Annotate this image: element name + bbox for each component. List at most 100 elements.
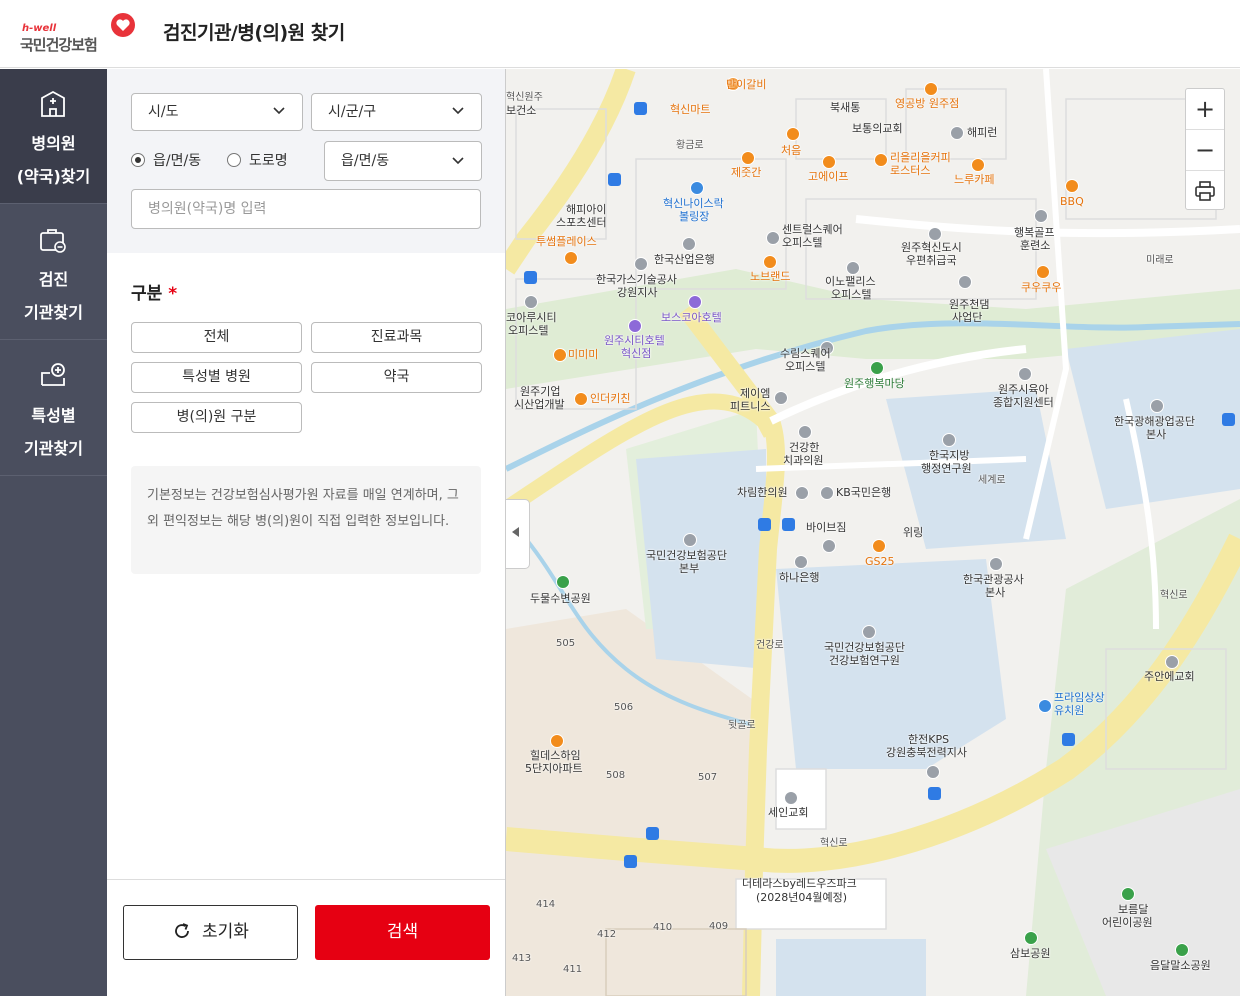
map-label[interactable]: 강원충북전력지사 xyxy=(886,746,967,759)
map-label[interactable]: 유치원 xyxy=(1054,704,1084,717)
park-pin[interactable] xyxy=(870,361,884,375)
map-label[interactable]: 원주기업 xyxy=(520,385,560,398)
map-label[interactable]: 리을리을커피 xyxy=(890,151,951,164)
radio-eup[interactable]: 읍/면/동 xyxy=(131,151,221,171)
map-label[interactable]: 한국지방 xyxy=(929,449,969,462)
map-label[interactable]: 한국광해광업공단 xyxy=(1114,415,1195,428)
zoom-in-button[interactable]: + xyxy=(1186,89,1224,130)
office-pin[interactable] xyxy=(766,231,780,245)
bus-stop-icon[interactable] xyxy=(624,855,637,868)
map-label[interactable]: 바이브짐 xyxy=(806,521,846,534)
bus-stop-icon[interactable] xyxy=(928,787,941,800)
map-label[interactable]: 오피스텔 xyxy=(508,324,548,337)
map-label[interactable]: 혁신점 xyxy=(621,347,651,360)
map-label[interactable]: 원주시육아 xyxy=(998,383,1049,396)
map-label[interactable]: 치과의원 xyxy=(783,454,823,467)
map-label[interactable]: 어린이공원 xyxy=(1102,916,1153,929)
map-label[interactable]: 한국산업은행 xyxy=(654,253,715,266)
map-label[interactable]: 원주시티호텔 xyxy=(604,334,665,347)
map-label[interactable]: 오피스텔 xyxy=(831,288,871,301)
sigungu-select[interactable]: 시/군/구 xyxy=(311,93,482,131)
map-label[interactable]: 세인교회 xyxy=(768,806,808,819)
radio-road[interactable]: 도로명 xyxy=(227,151,307,171)
bowling-pin[interactable] xyxy=(690,181,704,195)
bus-stop-icon[interactable] xyxy=(608,173,621,186)
chip-pharmacy[interactable]: 약국 xyxy=(311,362,482,393)
bus-stop-icon[interactable] xyxy=(646,827,659,840)
map-label[interactable]: 쿠우쿠우 xyxy=(1021,281,1061,294)
restaurant-pin[interactable] xyxy=(553,348,567,362)
map-label[interactable]: 건강한 xyxy=(789,441,819,454)
map-label[interactable]: 한국관광공사 xyxy=(963,573,1024,586)
panel-collapse-button[interactable] xyxy=(506,499,530,569)
bus-stop-icon[interactable] xyxy=(1222,413,1235,426)
map-label[interactable]: 국민건강보험공단 xyxy=(646,549,727,562)
map-label[interactable]: 만이갈비 xyxy=(726,78,766,91)
reset-button[interactable]: 초기화 xyxy=(123,905,298,960)
place-pin[interactable] xyxy=(1034,209,1048,223)
map-label[interactable]: 훈련소 xyxy=(1020,239,1050,252)
map-label[interactable]: 제이엠 xyxy=(740,387,770,400)
office-pin[interactable] xyxy=(926,765,940,779)
gym-pin[interactable] xyxy=(822,539,836,553)
map-label[interactable]: 사업단 xyxy=(952,311,982,324)
map-label[interactable]: 시산업개발 xyxy=(514,398,565,411)
hotel-pin[interactable] xyxy=(628,319,642,333)
map-label[interactable]: 보통의교회 xyxy=(852,122,903,135)
map-label[interactable]: 본사 xyxy=(1146,428,1166,441)
bank-pin[interactable] xyxy=(820,486,834,500)
map-label[interactable]: 오피스텔 xyxy=(785,360,825,373)
map-label[interactable]: 혁신마트 xyxy=(670,103,710,116)
bus-stop-icon[interactable] xyxy=(524,271,537,284)
map-label[interactable]: 보건소 xyxy=(506,104,536,117)
print-button[interactable] xyxy=(1186,171,1224,211)
map-label[interactable]: 원주행복마당 xyxy=(844,377,905,390)
office-pin[interactable] xyxy=(958,275,972,289)
map-label[interactable]: 두물수변공원 xyxy=(530,592,591,605)
store-pin[interactable] xyxy=(872,539,886,553)
map-label[interactable]: 우편취급국 xyxy=(906,254,957,267)
cafe-pin[interactable] xyxy=(971,158,985,172)
map-label[interactable]: 센트럴스퀘어 xyxy=(782,223,843,236)
map-label[interactable]: 스포츠센터 xyxy=(556,216,607,229)
chip-all[interactable]: 전체 xyxy=(131,322,302,353)
nhis-logo[interactable]: h-well 국민건강보험 xyxy=(20,12,140,56)
office-pin[interactable] xyxy=(1018,367,1032,381)
map-label[interactable]: 해피아이 xyxy=(566,203,606,216)
clinic-pin[interactable] xyxy=(795,486,809,500)
map-label[interactable]: 영공방 원주점 xyxy=(895,97,959,110)
map-label[interactable]: 주안에교회 xyxy=(1144,670,1195,683)
park-pin[interactable] xyxy=(556,575,570,589)
post-office-pin[interactable] xyxy=(928,227,942,241)
map-label[interactable]: 하나은행 xyxy=(779,571,819,584)
bank-pin[interactable] xyxy=(682,237,696,251)
map-label[interactable]: 노브랜드 xyxy=(750,270,790,283)
map-label[interactable]: 프라임상상 xyxy=(1054,691,1105,704)
nav-item-checkup-search[interactable]: 검진 기관찾기 xyxy=(0,205,107,340)
map-label[interactable]: 국민건강보험공단 xyxy=(824,641,905,654)
map-label[interactable]: 보스코아호텔 xyxy=(661,311,722,324)
church-pin[interactable] xyxy=(1165,655,1179,669)
map-label[interactable]: 투썸플레이스 xyxy=(536,235,597,248)
dental-pin[interactable] xyxy=(798,425,812,439)
map-label[interactable]: 느루카페 xyxy=(954,173,994,186)
cafe-pin[interactable] xyxy=(822,155,836,169)
restaurant-pin[interactable] xyxy=(1036,265,1050,279)
office-pin[interactable] xyxy=(846,261,860,275)
bus-stop-icon[interactable] xyxy=(634,102,647,115)
map-label[interactable]: 피트니스 xyxy=(730,400,770,413)
map-label[interactable]: 인더키친 xyxy=(590,392,630,405)
park-pin[interactable] xyxy=(1175,943,1189,957)
office-pin[interactable] xyxy=(524,295,538,309)
apartment-pin[interactable] xyxy=(550,734,564,748)
restaurant-pin[interactable] xyxy=(574,392,588,406)
bank-pin[interactable] xyxy=(794,555,808,569)
bus-stop-icon[interactable] xyxy=(1062,733,1075,746)
map-label[interactable]: 삼보공원 xyxy=(1010,947,1050,960)
map-label[interactable]: 오피스텔 xyxy=(782,236,822,249)
zoom-out-button[interactable]: − xyxy=(1186,130,1224,171)
map-label[interactable]: 행복골프 xyxy=(1014,226,1054,239)
office-pin[interactable] xyxy=(1150,399,1164,413)
map-view[interactable]: 만이갈비 혁신마트 혁신원주 보건소 북새통 보통의교회 영공방 원주점 해피런… xyxy=(506,69,1240,996)
office-pin[interactable] xyxy=(942,433,956,447)
